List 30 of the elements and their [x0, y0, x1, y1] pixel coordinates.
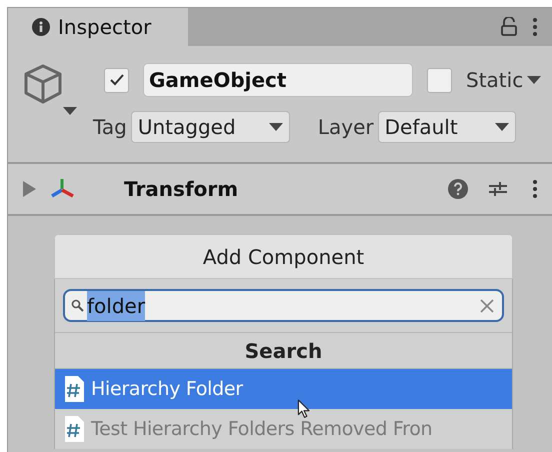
caret-icon: [527, 76, 542, 84]
mouse-cursor-icon: [297, 399, 311, 419]
script-icon: [63, 415, 85, 443]
add-component-button[interactable]: Add Component: [54, 234, 513, 279]
collapsed-triangle-icon[interactable]: [22, 181, 36, 197]
settings-sliders-icon[interactable]: [488, 179, 508, 199]
result-item[interactable]: Hierarchy Folder: [55, 369, 512, 409]
tag-label: Tag: [93, 114, 127, 141]
script-icon: [63, 375, 85, 403]
checkbox[interactable]: [104, 68, 129, 92]
caret-icon: [268, 123, 283, 131]
static-dropdown[interactable]: Static: [466, 65, 542, 95]
search-field[interactable]: folder: [63, 289, 504, 322]
component-header[interactable]: Transform: [8, 164, 552, 216]
info-icon: [32, 18, 50, 36]
more-icon[interactable]: [533, 179, 537, 199]
more-icon[interactable]: [533, 17, 537, 37]
clear-icon[interactable]: [480, 298, 494, 312]
component-title: Transform: [124, 176, 238, 203]
search-icon: [71, 298, 85, 312]
check-icon: [108, 73, 124, 87]
inspector-tab[interactable]: Inspector: [8, 8, 188, 46]
tag-dropdown[interactable]: Untagged: [130, 111, 290, 143]
name-field[interactable]: GameObject: [143, 63, 413, 97]
checkbox[interactable]: [427, 68, 452, 92]
help-icon[interactable]: [448, 179, 468, 199]
lock-icon[interactable]: [501, 17, 517, 37]
layer-dropdown[interactable]: Default: [378, 111, 516, 143]
layer-label: Layer: [318, 114, 374, 141]
caret-icon: [494, 123, 509, 131]
